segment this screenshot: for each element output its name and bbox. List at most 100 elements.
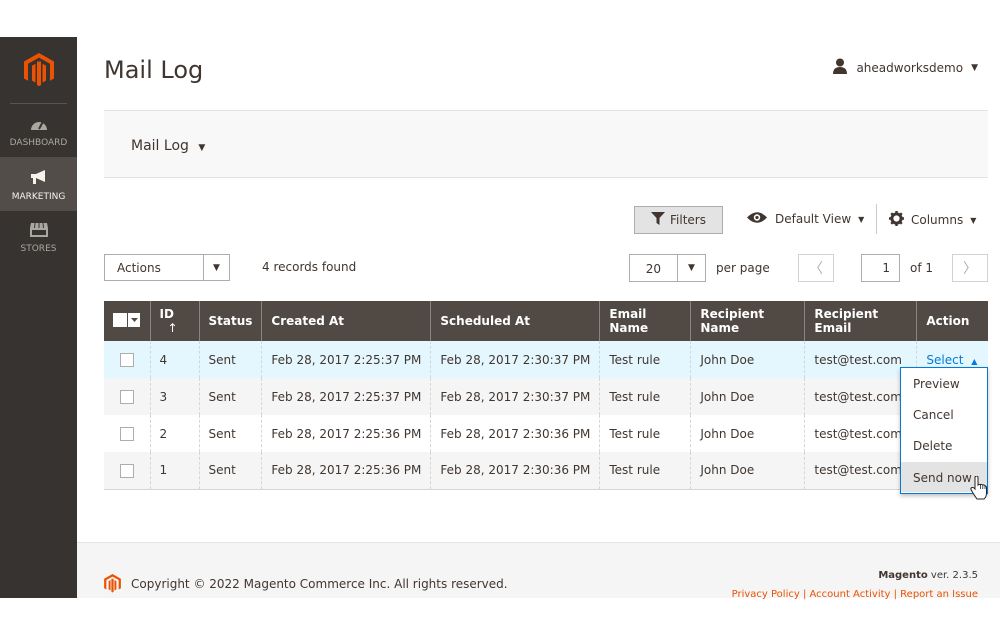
caret-up-icon: ▲ [971,356,978,366]
current-page-input[interactable]: 1 [861,254,900,282]
sidebar-item-stores[interactable]: STORES [0,222,77,264]
table-row[interactable]: 1 Sent Feb 28, 2017 2:25:36 PM Feb 28, 2… [104,452,988,490]
actions-label: Actions [117,261,161,275]
row-checkbox[interactable] [119,389,134,404]
cell-status: Sent [198,378,262,415]
page-footer: Copyright © 2022 Magento Commerce Inc. A… [77,542,1000,600]
filter-icon [651,212,665,228]
action-preview[interactable]: Preview [901,368,987,398]
action-select-label: Select [926,352,964,367]
cell-status: Sent [198,341,262,378]
caret-down-icon: ▼ [858,214,865,224]
page-size-select[interactable]: 20 ▼ [629,254,706,282]
row-checkbox[interactable] [119,426,134,441]
mass-select-header[interactable] [104,301,150,341]
action-select-link[interactable]: Select ▲ [926,353,977,367]
sidebar-item-marketing[interactable]: MARKETING [0,157,77,211]
user-name: aheadworksdemo [856,60,964,75]
cell-status: Sent [198,452,262,490]
dashboard-icon [0,118,77,134]
page-size-value: 20 [645,262,661,276]
default-view-dropdown[interactable]: Default View ▼ [746,211,864,227]
table-header-row: ID ↑ Status Created At Scheduled At Emai… [104,301,988,341]
version-info: Magento ver. 2.3.5 [878,570,978,581]
next-page-button[interactable]: 〉 [952,254,988,282]
previous-page-button[interactable]: 〈 [798,254,834,282]
cell-id: 2 [149,415,199,452]
chevron-right-icon: 〉 [963,261,977,277]
column-header-status[interactable]: Status [198,301,262,341]
column-header-email-name[interactable]: Email Name [599,301,691,341]
magento-logo-icon [104,574,121,597]
toolbar-divider [876,204,877,234]
column-header-label: Recipient Name [700,307,765,335]
cell-email-name: Test rule [599,452,691,490]
brand-name: Magento [878,570,928,581]
row-checkbox[interactable] [119,463,134,478]
per-page-label: per page [716,261,770,275]
store-icon [0,222,77,240]
caret-down-icon: ▼ [970,215,977,225]
magento-logo-icon[interactable] [24,53,54,91]
page-title: Mail Log [104,56,204,84]
column-header-id[interactable]: ID ↑ [149,301,199,341]
column-header-label: Scheduled At [440,314,531,328]
cell-scheduled-at: Feb 28, 2017 2:30:36 PM [430,452,600,490]
table-row[interactable]: 3 Sent Feb 28, 2017 2:25:37 PM Feb 28, 2… [104,378,988,415]
chevron-left-icon: 〈 [809,261,823,277]
caret-down-icon: ▼ [198,143,206,153]
sidebar-divider [10,103,67,104]
cell-status: Sent [198,415,262,452]
caret-down-icon: ▼ [203,255,229,280]
sidebar-item-dashboard[interactable]: DASHBOARD [0,118,77,160]
mail-log-switcher[interactable]: Mail Log ▼ [131,138,205,154]
user-account-menu[interactable]: aheadworksdemo ▼ [832,58,978,77]
eye-icon [746,211,768,227]
sidebar-item-label: DASHBOARD [9,138,68,148]
cell-recipient-name: John Doe [690,378,805,415]
cell-created-at: Feb 28, 2017 2:25:37 PM [261,378,431,415]
cell-scheduled-at: Feb 28, 2017 2:30:36 PM [430,415,600,452]
filters-button[interactable]: Filters [634,206,723,234]
records-found: 4 records found [262,260,357,274]
table-row[interactable]: 2 Sent Feb 28, 2017 2:25:36 PM Feb 28, 2… [104,415,988,452]
cell-scheduled-at: Feb 28, 2017 2:30:37 PM [430,378,600,415]
cell-id: 3 [149,378,199,415]
page-actions-band: Mail Log ▼ [104,110,988,178]
caret-down-icon: ▼ [971,62,978,73]
column-header-created-at[interactable]: Created At [261,301,431,341]
hand-cursor-icon [970,475,988,504]
cell-id: 1 [149,452,199,490]
cell-recipient-name: John Doe [690,341,805,378]
cell-email-name: Test rule [599,378,691,415]
columns-dropdown[interactable]: Columns ▼ [889,211,976,229]
action-delete[interactable]: Delete [901,430,987,460]
megaphone-icon [0,170,77,188]
mail-log-grid: ID ↑ Status Created At Scheduled At Emai… [104,301,988,490]
mass-actions-select[interactable]: Actions ▼ [104,254,230,281]
row-action-menu: Preview Cancel Delete Send now [900,367,988,494]
column-header-recipient-name[interactable]: Recipient Name [690,301,805,341]
footer-links[interactable]: Privacy Policy | Account Activity | Repo… [732,589,978,600]
column-header-scheduled-at[interactable]: Scheduled At [430,301,600,341]
admin-sidebar: DASHBOARD MARKETING STORES [0,37,77,598]
cell-created-at: Feb 28, 2017 2:25:37 PM [261,341,431,378]
action-cancel[interactable]: Cancel [901,399,987,429]
caret-down-icon [128,312,140,327]
cell-recipient-name: John Doe [690,415,805,452]
cell-email-name: Test rule [599,415,691,452]
column-header-label: ID [159,307,174,321]
table-row[interactable]: 4 Sent Feb 28, 2017 2:25:37 PM Feb 28, 2… [104,341,988,378]
cell-id: 4 [149,341,199,378]
mass-select-control[interactable] [113,312,140,327]
filters-label: Filters [670,213,706,227]
checkbox-icon [113,312,127,327]
cell-scheduled-at: Feb 28, 2017 2:30:37 PM [430,341,600,378]
cell-created-at: Feb 28, 2017 2:25:36 PM [261,415,431,452]
row-checkbox[interactable] [119,352,134,367]
switcher-label: Mail Log [131,138,189,154]
column-header-label: Status [208,314,253,328]
column-header-recipient-email[interactable]: Recipient Email [804,301,917,341]
sidebar-item-label: STORES [20,244,57,254]
cell-recipient-name: John Doe [690,452,805,490]
